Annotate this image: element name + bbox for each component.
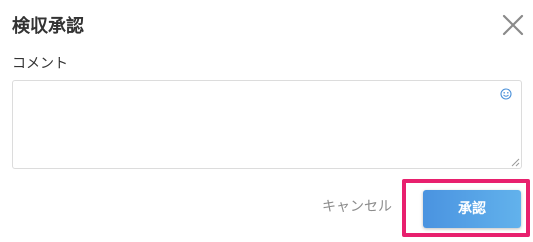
emoji-button[interactable] [500, 88, 512, 100]
resize-grip-icon [511, 158, 520, 167]
approval-dialog: 検収承認 コメント キャンセル 承認 [0, 0, 533, 242]
resize-handle[interactable] [511, 158, 520, 167]
close-icon [502, 14, 524, 36]
comment-textarea[interactable] [13, 81, 521, 168]
comment-field-container [12, 80, 522, 169]
approve-button[interactable]: 承認 [423, 190, 521, 228]
cancel-button[interactable]: キャンセル [322, 198, 392, 216]
dialog-title: 検収承認 [12, 16, 84, 37]
comment-label: コメント [12, 56, 68, 72]
smiley-icon [500, 88, 512, 100]
close-button[interactable] [500, 12, 526, 38]
